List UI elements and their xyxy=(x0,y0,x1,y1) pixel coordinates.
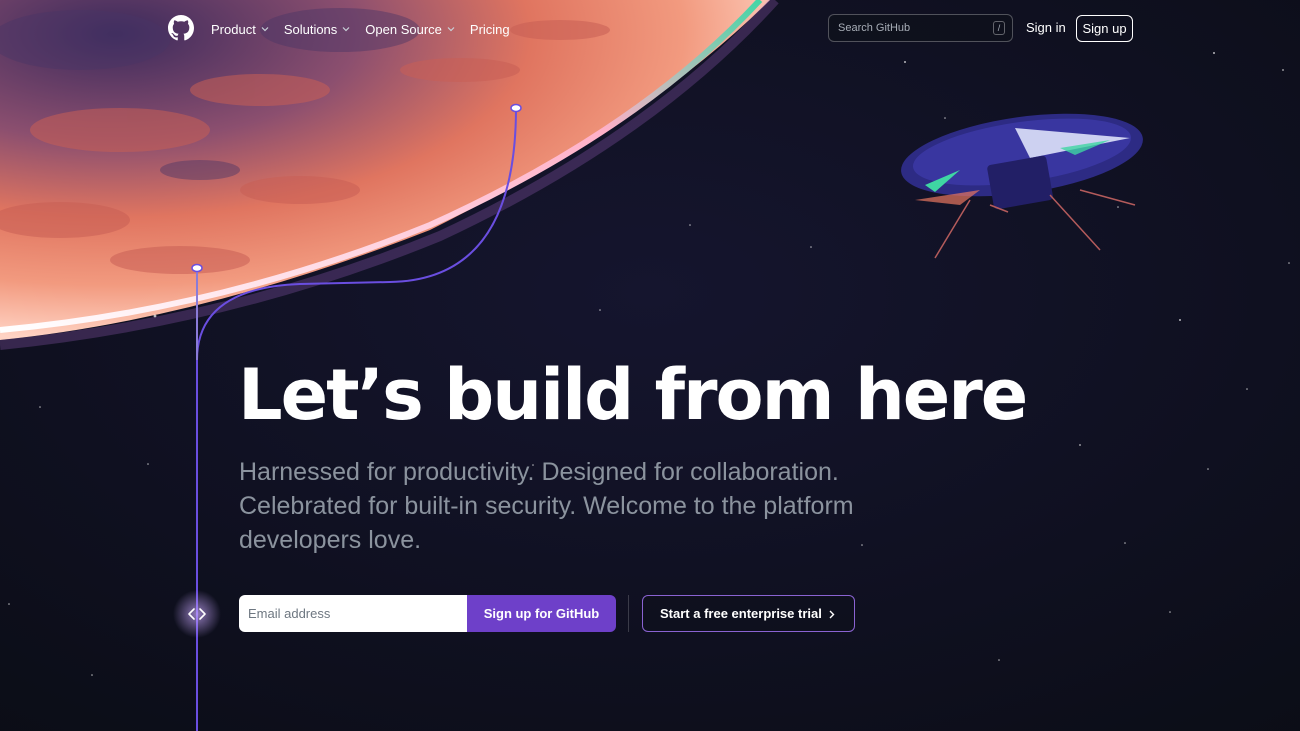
enterprise-trial-button[interactable]: Start a free enterprise trial xyxy=(642,595,855,632)
search-placeholder: Search GitHub xyxy=(838,22,911,34)
email-field[interactable] xyxy=(239,595,467,632)
sign-up-button[interactable]: Sign up xyxy=(1076,15,1133,42)
search-input[interactable]: Search GitHub / xyxy=(828,14,1013,42)
chevron-down-icon xyxy=(261,27,269,32)
enterprise-trial-label: Start a free enterprise trial xyxy=(660,606,822,621)
github-logo-icon[interactable] xyxy=(168,15,194,41)
cta-divider xyxy=(628,595,629,632)
chevron-down-icon xyxy=(447,27,455,32)
nav-product[interactable]: Product xyxy=(211,20,269,38)
hero-title: Let’s build from here xyxy=(238,354,1028,436)
sign-up-for-github-button[interactable]: Sign up for GitHub xyxy=(467,595,616,632)
nav-open-source[interactable]: Open Source xyxy=(365,20,455,38)
nav-pricing[interactable]: Pricing xyxy=(470,20,510,38)
hero-subtitle: Harnessed for productivity. Designed for… xyxy=(239,458,854,554)
site-header: Product Solutions Open Source Pricing Se… xyxy=(0,0,1300,58)
search-shortcut-key: / xyxy=(993,21,1005,35)
nav-solutions[interactable]: Solutions xyxy=(284,20,350,38)
nav-pricing-label: Pricing xyxy=(469,21,510,37)
nav-solutions-label: Solutions xyxy=(283,21,338,37)
nav-product-label: Product xyxy=(211,21,256,37)
main-nav: Product Solutions Open Source Pricing xyxy=(211,20,525,38)
chevron-down-icon xyxy=(342,27,350,32)
sign-in-link[interactable]: Sign in xyxy=(1026,20,1066,35)
code-icon xyxy=(188,608,206,620)
chevron-right-icon xyxy=(829,610,835,619)
nav-open-source-label: Open Source xyxy=(365,21,442,37)
